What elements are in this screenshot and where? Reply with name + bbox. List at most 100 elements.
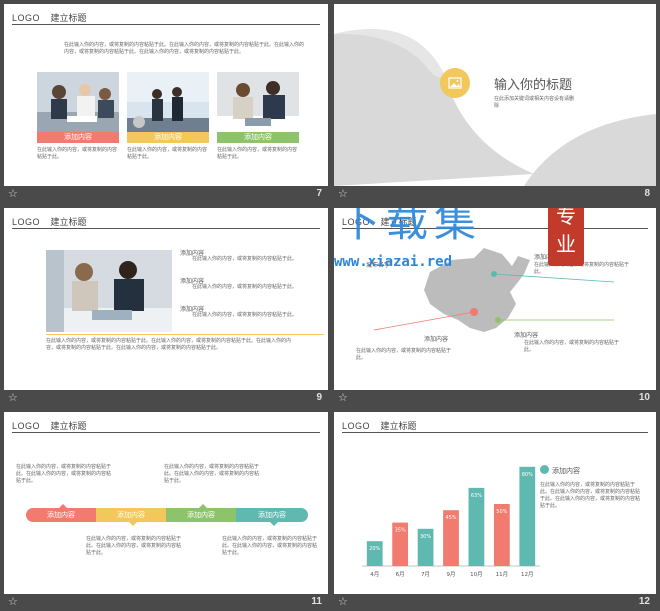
bar-10月 (468, 487, 485, 566)
item-3-text: 在此输入你的内容，或将复制的内容粘贴于此。 (192, 312, 298, 318)
legend-label: 添加内容 (552, 467, 580, 475)
pointer-up-1 (59, 504, 67, 508)
slide-11-footer: ☆ 11 (4, 595, 328, 610)
step-3-text: 在此输入你的内容，或将复制的内容粘贴于此。在此输入你的内容，或将复制的内容粘贴于… (164, 464, 260, 484)
tag-column-2: 添加内容 (127, 132, 209, 143)
slide-8-background-shapes (334, 29, 656, 186)
slide-11[interactable]: LOGO 建立标题 在此输入你的内容，或将复制的内容粘贴于此。在此输入你的内容，… (4, 412, 328, 594)
slide-7-footer: ☆ 7 (4, 187, 328, 202)
slide-8[interactable]: 输入你的标题 在此添加关键词或相关内容设有请删除 (334, 4, 656, 186)
star-icon[interactable]: ☆ (8, 391, 18, 404)
logo-text: LOGO (12, 13, 41, 23)
photo-meeting-3 (217, 72, 299, 134)
bar-value-label: 45% (445, 515, 456, 521)
slide-10[interactable]: LOGO 建立标题 城市名字 添加内容 在此输入你的内容，或将复制的内容粘贴于此… (334, 208, 656, 390)
watermark-url: www.xiazai.red (334, 254, 453, 270)
slide-title: 建立标题 (50, 421, 87, 431)
bar-value-label: 35% (395, 528, 406, 534)
slide-12-footer: ☆ 12 (334, 595, 656, 610)
bar-4月 (366, 541, 383, 566)
photo-meeting-1 (37, 72, 119, 134)
tag-column-1: 添加内容 (37, 132, 119, 143)
legend-dot (540, 465, 549, 474)
intro-text: 在此输入你的内容，或将复制的内容粘贴于此。在此输入你的内容，或将复制的内容粘贴于… (64, 42, 305, 55)
column-3-text: 在此输入你的内容，或将复制的内容粘贴于此。 (217, 147, 298, 160)
bar-12月 (519, 466, 536, 566)
slide-number: 7 (316, 188, 322, 199)
header-divider (342, 432, 648, 433)
star-icon[interactable]: ☆ (8, 595, 18, 608)
slide-header: LOGO 建立标题 (342, 419, 417, 432)
section-heading: 输入你的标题 (494, 78, 573, 93)
star-icon[interactable]: ☆ (338, 391, 348, 404)
star-icon[interactable]: ☆ (338, 595, 348, 608)
pointer-up-3 (199, 504, 207, 508)
bar-value-label: 63% (471, 493, 482, 499)
photo-handshake (46, 250, 172, 332)
step-1-text: 在此输入你的内容，或将复制的内容粘贴于此。在此输入你的内容，或将复制的内容粘贴于… (16, 464, 112, 484)
image-icon (448, 77, 462, 89)
slide-number: 9 (316, 392, 322, 403)
slide-12[interactable]: LOGO 建立标题 20% 4月 35% 6月 30% 7月 45% 9月 63% 10月 50% 1… (334, 412, 656, 594)
column-1-text: 在此输入你的内容，或将复制的内容粘贴于此。 (37, 147, 118, 160)
slide-number: 8 (644, 188, 650, 199)
label-bottom-left: 添加内容 (424, 336, 449, 343)
header-divider (12, 432, 320, 433)
slide-header: LOGO 建立标题 (12, 11, 87, 24)
side-text: 在此输入你的内容，或将复制的内容粘贴于此。在此输入你的内容，或将复制的内容粘贴于… (540, 482, 641, 509)
column-2-text: 在此输入你的内容，或将复制的内容粘贴于此。 (127, 147, 208, 160)
slide-number: 10 (638, 392, 650, 403)
bar-value-label: 80% (522, 472, 533, 478)
watermark-main-text: 下载集 (338, 208, 483, 246)
image-icon-circle (440, 68, 470, 98)
step-2: 添加内容 (96, 508, 166, 522)
x-tick-label: 6月 (396, 571, 405, 578)
slide-9-footer: ☆ 9 (4, 391, 328, 406)
section-subtitle: 在此添加关键词或相关内容设有请删除 (494, 96, 575, 109)
logo-text: LOGO (12, 421, 41, 431)
pointer-down-4 (270, 522, 278, 526)
slide-title: 建立标题 (380, 421, 417, 431)
star-icon[interactable]: ☆ (8, 187, 18, 200)
slide-number: 12 (638, 596, 650, 607)
slide-number: 11 (311, 596, 322, 607)
slide-7[interactable]: LOGO 建立标题 在此输入你的内容，或将复制的内容粘贴于此。在此输入你的内容，… (4, 4, 328, 186)
star-icon[interactable]: ☆ (338, 187, 348, 200)
x-tick-label: 9月 (447, 571, 456, 578)
slide-10-footer: ☆ 10 (334, 391, 656, 406)
x-tick-label: 12月 (521, 571, 534, 578)
gold-divider (46, 334, 324, 335)
header-divider (12, 24, 320, 25)
watermark-seal-text: 专业 (556, 208, 576, 256)
logo-text: LOGO (12, 217, 41, 227)
bar-chart: 20% 4月 35% 6月 30% 7月 45% 9月 63% 10月 50% 11月 80% 12月 (362, 466, 540, 578)
footer-text: 在此输入你的内容，或将复制的内容粘贴于此。在此输入你的内容，或将复制的内容粘贴于… (46, 338, 292, 351)
header-divider (12, 228, 320, 229)
slide-title: 建立标题 (50, 217, 87, 227)
step-3: 添加内容 (166, 508, 236, 522)
slide-header: LOGO 建立标题 (12, 419, 87, 432)
label-bottom-right: 添加内容 (514, 332, 539, 339)
step-1: 添加内容 (26, 508, 96, 522)
slide-header: LOGO 建立标题 (12, 215, 87, 228)
bar-value-label: 20% (369, 546, 380, 552)
bar-value-label: 50% (496, 509, 507, 515)
step-4-text: 在此输入你的内容，或将复制的内容粘贴于此。在此输入你的内容，或将复制的内容粘贴于… (222, 536, 318, 556)
photo-meeting-2 (127, 72, 209, 134)
pointer-down-2 (129, 522, 137, 526)
bar-value-label: 30% (420, 534, 431, 540)
x-tick-label: 7月 (421, 571, 430, 578)
item-2-text: 在此输入你的内容，或将复制的内容粘贴于此。 (192, 284, 298, 290)
slide-8-footer: ☆ 8 (334, 187, 656, 202)
tag-column-3: 添加内容 (217, 132, 299, 143)
slide-9[interactable]: LOGO 建立标题 添加内容 在此输入你的内容，或将复制的内容粘贴于此。 添加内… (4, 208, 328, 390)
text-bottom-right: 在此输入你的内容，或将复制的内容粘贴于此。 (524, 340, 620, 353)
step-2-text: 在此输入你的内容，或将复制的内容粘贴于此。在此输入你的内容，或将复制的内容粘贴于… (86, 536, 182, 556)
x-tick-label: 11月 (496, 571, 509, 578)
step-4: 添加内容 (236, 508, 308, 522)
x-tick-label: 10月 (470, 571, 483, 578)
slide-title: 建立标题 (50, 13, 87, 23)
logo-text: LOGO (342, 421, 371, 431)
item-1-text: 在此输入你的内容，或将复制的内容粘贴于此。 (192, 256, 298, 262)
text-bottom-left: 在此输入你的内容，或将复制的内容粘贴于此。 (356, 348, 452, 361)
